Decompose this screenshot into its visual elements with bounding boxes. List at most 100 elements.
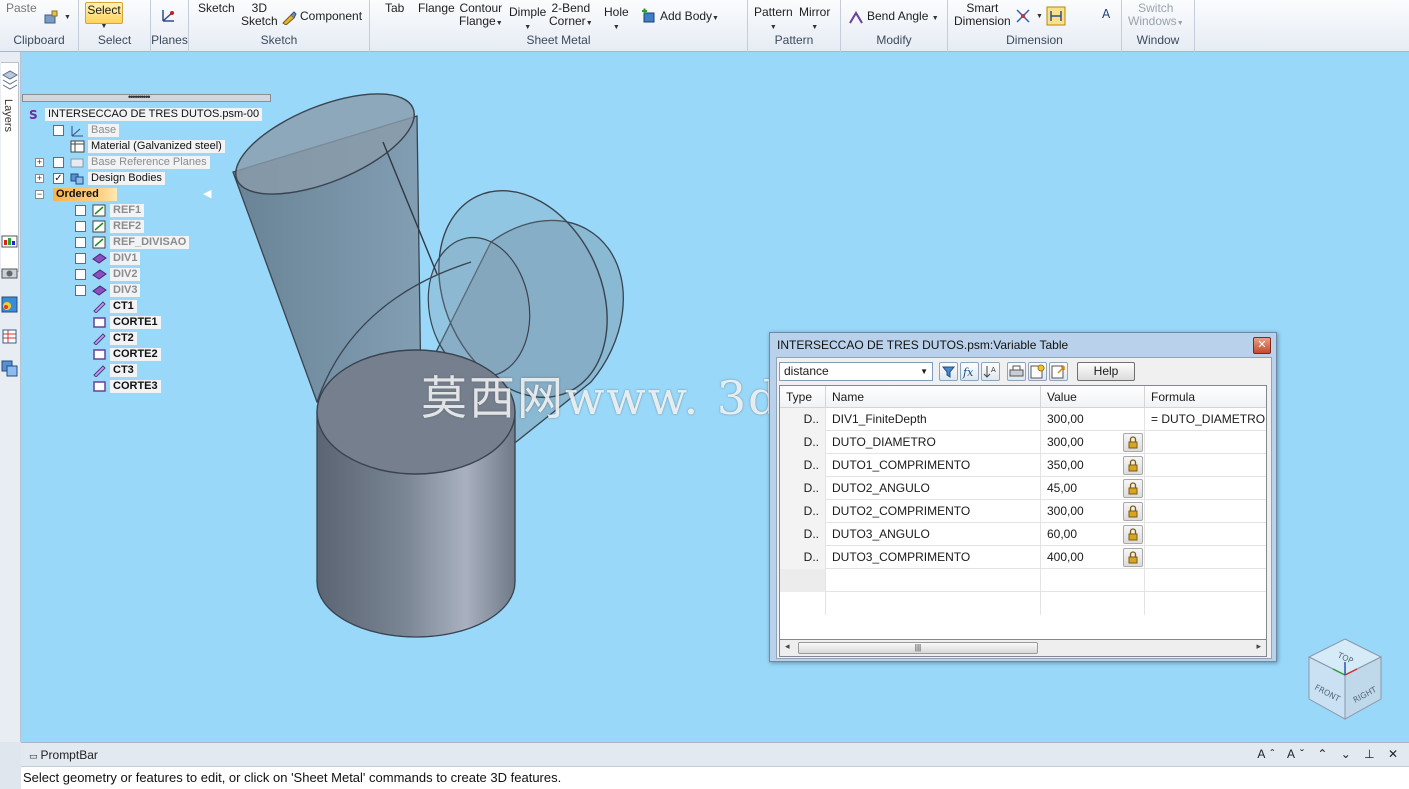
flange-button[interactable]: Flange [418, 2, 455, 15]
tree-item-ref-divisao[interactable]: REF_DIVISAO [75, 235, 190, 250]
tree-item-div1[interactable]: DIV1 [75, 251, 141, 266]
tree-item-corte2[interactable]: CORTE2 [92, 347, 161, 362]
add-body-icon[interactable] [641, 8, 657, 24]
paste-button[interactable]: Paste [6, 2, 37, 15]
prompt-bar-controls[interactable]: Aˆ Aˇ ⌃ ⌄ ⊥ ✕ [1257, 747, 1403, 761]
select-button[interactable]: Select ▼ [85, 2, 123, 30]
view-manager-icon[interactable] [1, 264, 18, 281]
tree-item-ct1[interactable]: CT1 [92, 299, 137, 314]
tree-item-ref2[interactable]: REF2 [75, 219, 145, 234]
expand-icon[interactable]: + [35, 174, 44, 183]
lock-icon[interactable] [1123, 502, 1143, 521]
lock-icon[interactable] [1123, 433, 1143, 452]
checkbox-div2[interactable] [75, 269, 86, 280]
table-row[interactable]: D.. DUTO2_COMPRIMENTO 300,00 [780, 500, 1266, 523]
cell-name[interactable]: DUTO2_ANGULO [826, 477, 1041, 500]
tree-item-ordered[interactable]: − Ordered ◀ [35, 187, 211, 202]
checkbox-base-reference-planes[interactable] [53, 157, 64, 168]
family-table-icon[interactable] [1, 328, 18, 345]
mirror-button[interactable]: Mirror ▼ [799, 6, 830, 34]
cell-name[interactable]: DIV1_FiniteDepth [826, 408, 1041, 431]
tree-splitter[interactable]: •••••••••• [22, 92, 271, 102]
checkbox-ref1[interactable] [75, 205, 86, 216]
grip-icon[interactable]: ▭ [29, 751, 37, 761]
cell-value[interactable]: 60,00 [1041, 523, 1145, 546]
cell-value[interactable]: 300,00 [1041, 500, 1145, 523]
tab-button[interactable]: Tab [385, 2, 404, 15]
horizontal-scrollbar[interactable]: ◂ ||| ▸ [779, 640, 1267, 657]
cell-formula[interactable] [1145, 546, 1266, 569]
cell-formula[interactable] [1145, 500, 1266, 523]
lock-icon[interactable] [1123, 479, 1143, 498]
checkbox-design-bodies[interactable]: ✓ [53, 173, 64, 184]
bend-angle-icon[interactable] [848, 9, 864, 25]
print-button[interactable] [1007, 362, 1026, 381]
contour-flange-button[interactable]: Contour Flange▼ [459, 2, 503, 30]
add-variable-button[interactable] [1028, 362, 1047, 381]
cell-value[interactable] [1041, 569, 1145, 592]
tree-item-ref1[interactable]: REF1 [75, 203, 145, 218]
smart-dimension-button[interactable]: Smart Dimension [954, 2, 1011, 28]
variable-filter-select[interactable]: distance ▼ [779, 362, 933, 381]
color-manager-icon[interactable] [1, 232, 18, 249]
lock-icon[interactable] [1123, 456, 1143, 475]
tree-item-base-reference-planes[interactable]: + Base Reference Planes [35, 155, 210, 170]
tree-item-material[interactable]: Material (Galvanized steel) [70, 139, 225, 154]
column-header-type[interactable]: Type [780, 386, 826, 408]
tree-root[interactable]: S INTERSECCAO DE TRES DUTOS.psm-00 [27, 107, 263, 122]
tree-item-div3[interactable]: DIV3 [75, 283, 141, 298]
table-row[interactable]: D.. DIV1_FiniteDepth 300,00 = DUTO_DIAME… [780, 408, 1266, 431]
chevron-down-icon[interactable]: ▼ [1036, 13, 1043, 20]
variable-table-window[interactable]: INTERSECCAO DE TRES DUTOS.psm:Variable T… [769, 332, 1277, 662]
view-cube[interactable]: TOP FRONT RIGHT [1305, 637, 1385, 722]
cell-value[interactable]: 45,00 [1041, 477, 1145, 500]
checkbox-div1[interactable] [75, 253, 86, 264]
cell-formula[interactable]: = DUTO_DIAMETRO [1145, 408, 1266, 431]
cell-name[interactable]: DUTO_DIAMETRO [826, 431, 1041, 454]
chevron-down-icon[interactable]: ▼ [64, 14, 71, 21]
sketch-button[interactable]: Sketch [198, 2, 235, 15]
cell-formula[interactable] [1145, 431, 1266, 454]
cell-formula[interactable] [1145, 569, 1266, 592]
scroll-left-icon[interactable]: ◂ [785, 641, 790, 652]
lock-icon[interactable] [1123, 525, 1143, 544]
tree-item-design-bodies[interactable]: + ✓ Design Bodies [35, 171, 165, 186]
rollback-marker-icon[interactable]: ◀ [203, 187, 211, 200]
cell-name[interactable]: DUTO3_ANGULO [826, 523, 1041, 546]
scroll-right-icon[interactable]: ▸ [1256, 641, 1261, 652]
cell-value[interactable]: 400,00 [1041, 546, 1145, 569]
switch-windows-button[interactable]: Switch Windows▼ [1128, 2, 1184, 30]
table-row[interactable]: D.. DUTO2_ANGULO 45,00 [780, 477, 1266, 500]
coordinate-system-icon[interactable] [160, 6, 178, 24]
cell-value[interactable]: 350,00 [1041, 454, 1145, 477]
expand-icon[interactable]: + [35, 158, 44, 167]
chevron-down-icon[interactable]: ▼ [920, 363, 928, 380]
analysis-icon[interactable] [1, 296, 18, 313]
checkbox-div3[interactable] [75, 285, 86, 296]
table-row[interactable]: D.. DUTO3_ANGULO 60,00 [780, 523, 1266, 546]
cell-formula[interactable] [1145, 454, 1266, 477]
table-row-empty[interactable] [780, 569, 1266, 592]
cell-name[interactable]: DUTO3_COMPRIMENTO [826, 546, 1041, 569]
add-body-button[interactable]: Add Body▼ [660, 10, 719, 25]
format-painter-icon[interactable] [43, 9, 59, 25]
filter-button[interactable] [939, 362, 958, 381]
cell-name[interactable]: DUTO1_COMPRIMENTO [826, 454, 1041, 477]
pattern-button[interactable]: Pattern ▼ [754, 6, 793, 34]
tree-item-div2[interactable]: DIV2 [75, 267, 141, 282]
relationship-icon[interactable] [1015, 8, 1031, 24]
export-button[interactable] [1049, 362, 1068, 381]
component-button[interactable]: Component [300, 10, 362, 23]
assembly-icon[interactable] [1, 360, 18, 377]
sort-button[interactable]: A [981, 362, 1000, 381]
checkbox-ref2[interactable] [75, 221, 86, 232]
tree-item-base[interactable]: Base [53, 123, 120, 138]
table-row[interactable]: D.. DUTO3_COMPRIMENTO 400,00 [780, 546, 1266, 569]
cell-formula[interactable] [1145, 523, 1266, 546]
tree-item-corte1[interactable]: CORTE1 [92, 315, 161, 330]
variable-grid[interactable]: Type Name Value Formula D.. DIV1_FiniteD… [779, 385, 1267, 640]
tree-item-corte3[interactable]: CORTE3 [92, 379, 161, 394]
dimple-button[interactable]: Dimple ▼ [509, 6, 546, 34]
lock-icon[interactable] [1123, 548, 1143, 567]
cell-formula[interactable] [1145, 477, 1266, 500]
